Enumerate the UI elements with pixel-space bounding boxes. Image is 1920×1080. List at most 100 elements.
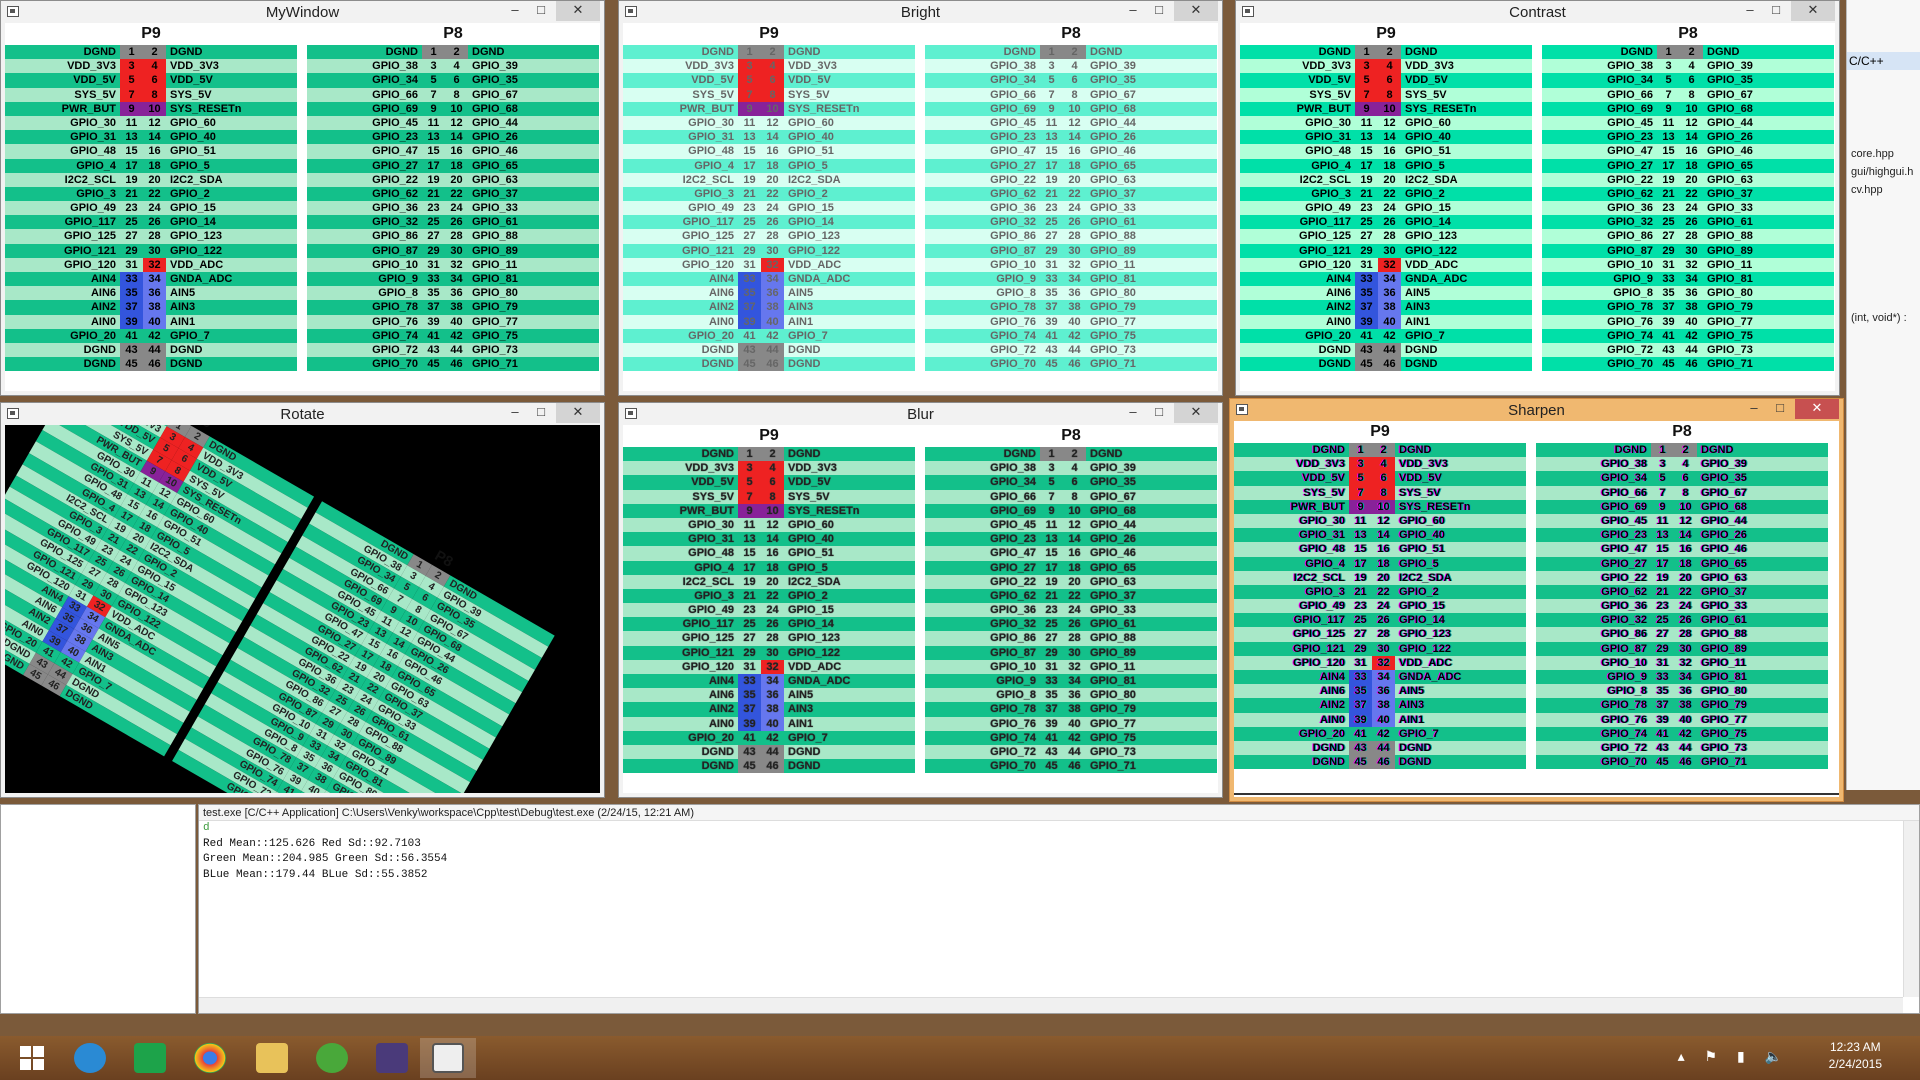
close-button[interactable]: ✕ [1791,1,1835,21]
project-explorer-pane[interactable] [0,804,196,1014]
pin-number-left: 33 [1040,272,1063,287]
pin-label-right: DGND [468,45,599,60]
title-bar[interactable]: MyWindow – □ ✕ [1,1,604,23]
maximize-button[interactable]: □ [1148,1,1170,21]
taskbar-ie-button[interactable] [62,1038,118,1078]
pin-label-right: GPIO_60 [784,115,915,131]
minimize-button[interactable]: – [1743,399,1765,419]
pin-row: GPIO_66 7 8 GPIO_67 [307,87,599,102]
title-bar[interactable]: Contrast – □ ✕ [1236,1,1839,23]
pin-row: GPIO_125 27 28 GPIO_123 [623,631,915,646]
close-button[interactable]: ✕ [1174,1,1218,21]
taskbar-opencv-button[interactable] [420,1038,476,1078]
pin-label-left: GPIO_31 [623,130,738,145]
maximize-button[interactable]: □ [1769,399,1791,419]
pin-number-right: 36 [761,286,784,301]
pin-number-right: 4 [1680,59,1703,74]
system-tray[interactable]: ▴ ⚑ ▮ 🔈 [1678,1048,1790,1065]
title-bar[interactable]: Sharpen – □ ✕ [1230,399,1843,421]
window-contrast[interactable]: Contrast – □ ✕ P9 DGND 1 2 DGND VDD_3V3 3 4 VDD_3V3 V… [1235,0,1840,396]
pin-label-left: GPIO_117 [1234,613,1349,628]
minimize-button[interactable]: – [1122,403,1144,423]
pin-label-left: GPIO_38 [925,59,1040,74]
clock[interactable]: 12:23 AM 2/24/2015 [1829,1039,1882,1073]
outline-item-highgui[interactable]: gui/highgui.h [1851,166,1913,178]
pin-label-left: GPIO_30 [5,115,120,131]
pin-row: AIN0 39 40 AIN1 [623,314,915,329]
pin-number-left: 3 [1355,59,1378,74]
pin-number-left: 27 [422,229,445,244]
p8-title: P8 [1678,25,1698,42]
pin-row: GPIO_49 23 24 GPIO_15 [1234,599,1526,614]
pin-label-left: GPIO_125 [623,631,738,646]
pin-label-right: GPIO_39 [1703,59,1834,74]
close-button[interactable]: ✕ [556,1,600,21]
minimize-button[interactable]: – [504,403,526,423]
taskbar-app-button[interactable] [304,1038,360,1078]
close-button[interactable]: ✕ [1174,403,1218,423]
pin-row: DGND 45 46 DGND [1240,357,1532,372]
console-view[interactable]: test.exe [C/C++ Application] C:\Users\Ve… [198,804,1920,1014]
pin-label-right: GPIO_81 [1086,674,1217,689]
pin-label-right: I2C2_SDA [784,574,915,589]
taskbar-chrome-button[interactable] [182,1038,238,1078]
pin-label-left: GPIO_45 [1542,115,1657,131]
pin-label-left: PWR_BUT [5,101,120,116]
pin-label-right: GPIO_11 [468,257,599,272]
taskbar-eclipse-button[interactable] [364,1038,420,1078]
pin-row: AIN6 35 36 AIN5 [623,286,915,301]
pin-label-left: GPIO_62 [1542,186,1657,202]
title-bar[interactable]: Bright – □ ✕ [619,1,1222,23]
pin-label-left: GPIO_74 [925,328,1040,343]
maximize-button[interactable]: □ [1148,403,1170,423]
pin-number-right: 6 [1674,471,1697,486]
console-vertical-scrollbar[interactable] [1903,821,1919,997]
pin-label-right: AIN3 [784,702,915,717]
start-button[interactable] [4,1038,60,1078]
pin-number-left: 41 [1651,726,1674,741]
outline-item-core[interactable]: core.hpp [1851,148,1894,160]
pin-number-left: 41 [738,730,761,745]
pin-label-right: AIN1 [784,716,915,731]
minimize-button[interactable]: – [1122,1,1144,21]
maximize-button[interactable]: □ [530,1,552,21]
pin-label-right: I2C2_SDA [784,172,915,187]
pin-label-left: GPIO_120 [5,257,120,272]
window-bright[interactable]: Bright – □ ✕ P9 DGND 1 2 DGND VDD_3V3 3 4 VDD_3V3 VDD… [618,0,1223,396]
pin-label-right: GPIO_37 [1697,584,1828,600]
outline-item-cv[interactable]: cv.hpp [1851,184,1883,196]
pin-number-left: 9 [738,503,761,518]
taskbar-explorer-button[interactable] [244,1038,300,1078]
pin-number-left: 25 [1040,617,1063,632]
pin-number-left: 27 [120,229,143,244]
cpp-perspective-tab[interactable]: C/C++ [1847,52,1920,70]
pin-row: GPIO_27 17 18 GPIO_65 [925,158,1217,173]
maximize-button[interactable]: □ [1765,1,1787,21]
pin-label-left: GPIO_9 [307,272,422,287]
pin-row: GPIO_8 35 36 GPIO_80 [1542,286,1834,301]
pin-number-left: 5 [1040,475,1063,490]
minimize-button[interactable]: – [504,1,526,21]
window-mywindow[interactable]: MyWindow – □ ✕ P9 DGND 1 2 DGND VDD_3V3 3 4 VDD_3V3 V… [0,0,605,396]
pin-label-left: GPIO_3 [5,186,120,202]
pin-row: DGND 43 44 DGND [5,342,297,358]
pin-label-left: AIN4 [1240,272,1355,287]
title-bar[interactable]: Blur – □ ✕ [619,403,1222,425]
pin-row: VDD_3V334VDD_3V3 [623,59,915,74]
close-button[interactable]: ✕ [556,403,600,423]
console-horizontal-scrollbar[interactable] [199,997,1903,1013]
taskbar-store-button[interactable] [122,1038,178,1078]
pin-row: AIN0 39 40 AIN1 [623,716,915,731]
pin-number-right: 20 [761,172,784,187]
pin-label-left: DGND [307,45,422,60]
pin-row: VDD_3V334VDD_3V3 [623,461,915,476]
minimize-button[interactable]: – [1739,1,1761,21]
pin-label-right: GPIO_63 [1086,574,1217,589]
close-button[interactable]: ✕ [1795,399,1839,419]
window-sharpen[interactable]: Sharpen – □ ✕ P9 DGND 1 2 DGND VDD_3V3 3 4 VDD_3V3 VD… [1229,398,1844,802]
maximize-button[interactable]: □ [530,403,552,423]
window-rotate[interactable]: Rotate–□✕P9DGND12DGNDVDD_3V334VDD_3V3VDD… [0,402,605,798]
window-blur[interactable]: Blur – □ ✕ P9 DGND 1 2 DGND VDD_3V3 3 4 VDD_3V3 VDD_5… [618,402,1223,798]
title-bar[interactable]: Rotate – □ ✕ [1,403,604,425]
outline-item-signature[interactable]: (int, void*) : [1851,312,1907,324]
